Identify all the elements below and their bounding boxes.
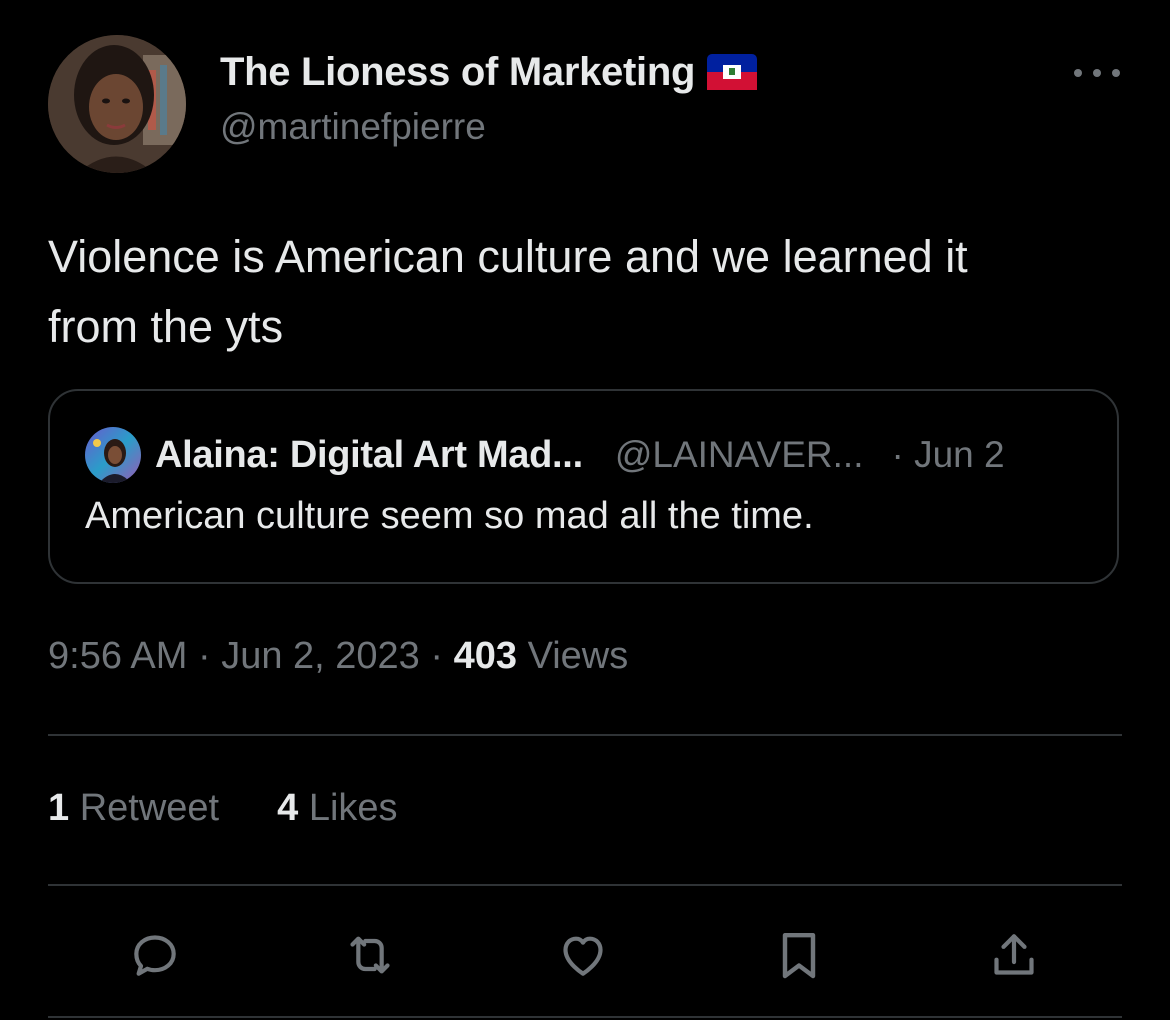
bookmark-icon[interactable] — [769, 925, 829, 985]
tweet-date[interactable]: Jun 2, 2023 — [221, 635, 420, 677]
views-count: 403 — [453, 635, 517, 677]
share-icon[interactable] — [984, 925, 1044, 985]
retweets-count: 1 — [48, 787, 70, 829]
divider — [48, 1016, 1122, 1018]
views-label: Views — [527, 635, 629, 677]
tweet-time[interactable]: 9:56 AM — [48, 635, 187, 677]
quoted-author-name[interactable]: Alaina: Digital Art Mad... — [155, 434, 583, 477]
likes-stat[interactable]: 4 Likes — [277, 787, 397, 830]
meta-separator: · — [430, 635, 444, 677]
more-dot — [1112, 69, 1120, 77]
tweet-text: Violence is American culture and we lear… — [48, 231, 968, 352]
retweets-label: Retweet — [79, 787, 220, 829]
author-name-row[interactable]: The Lioness of Marketing — [220, 48, 758, 96]
quoted-tweet-text: American culture seem so mad all the tim… — [85, 495, 814, 537]
divider — [48, 884, 1122, 886]
tweet-meta: 9:56 AM · Jun 2, 2023 · 403 Views — [48, 635, 628, 678]
quoted-tweet-card[interactable]: Alaina: Digital Art Mad... @LAINAVER... … — [48, 389, 1119, 584]
like-icon[interactable] — [553, 925, 613, 985]
retweet-icon[interactable] — [340, 925, 400, 985]
author-avatar[interactable] — [48, 35, 186, 173]
haiti-flag-icon — [707, 54, 758, 90]
divider — [48, 734, 1122, 736]
likes-count: 4 — [277, 787, 299, 829]
quoted-tweet-header: Alaina: Digital Art Mad... @LAINAVER... … — [85, 425, 1083, 485]
engagement-stats: 1 Retweet 4 Likes — [48, 787, 456, 830]
quoted-tweet-date[interactable]: · Jun 2 — [892, 434, 1005, 476]
more-dot — [1093, 69, 1101, 77]
likes-label: Likes — [308, 787, 398, 829]
avatar-photo — [48, 35, 186, 173]
author-display-name[interactable]: The Lioness of Marketing — [220, 50, 695, 95]
quoted-author-handle[interactable]: @LAINAVER... — [615, 434, 864, 476]
retweets-stat[interactable]: 1 Retweet — [48, 787, 219, 830]
quoted-author-avatar[interactable] — [85, 427, 141, 483]
author-handle[interactable]: @martinefpierre — [220, 106, 486, 148]
more-dot — [1074, 69, 1082, 77]
meta-separator: · — [197, 635, 211, 677]
reply-icon[interactable] — [125, 925, 185, 985]
more-options-icon[interactable] — [1074, 60, 1120, 86]
